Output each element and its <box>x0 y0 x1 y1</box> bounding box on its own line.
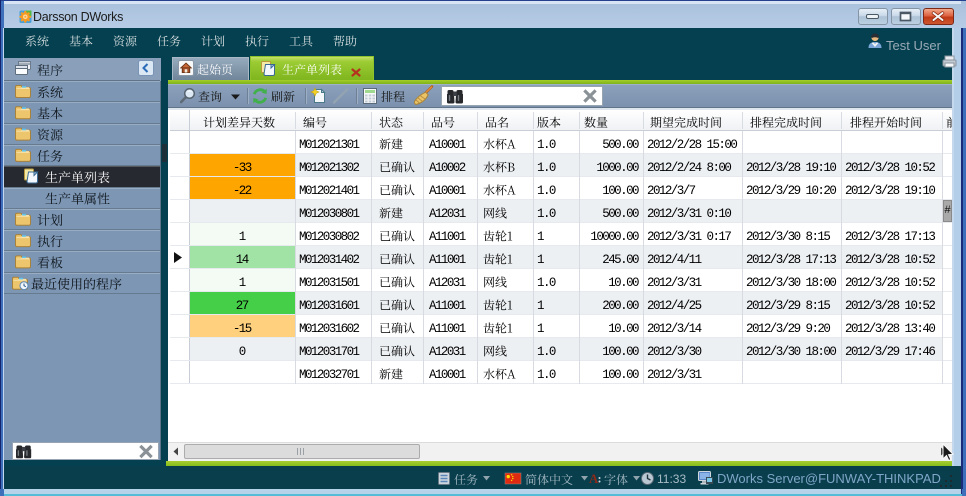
svg-text:A: A <box>589 471 599 486</box>
